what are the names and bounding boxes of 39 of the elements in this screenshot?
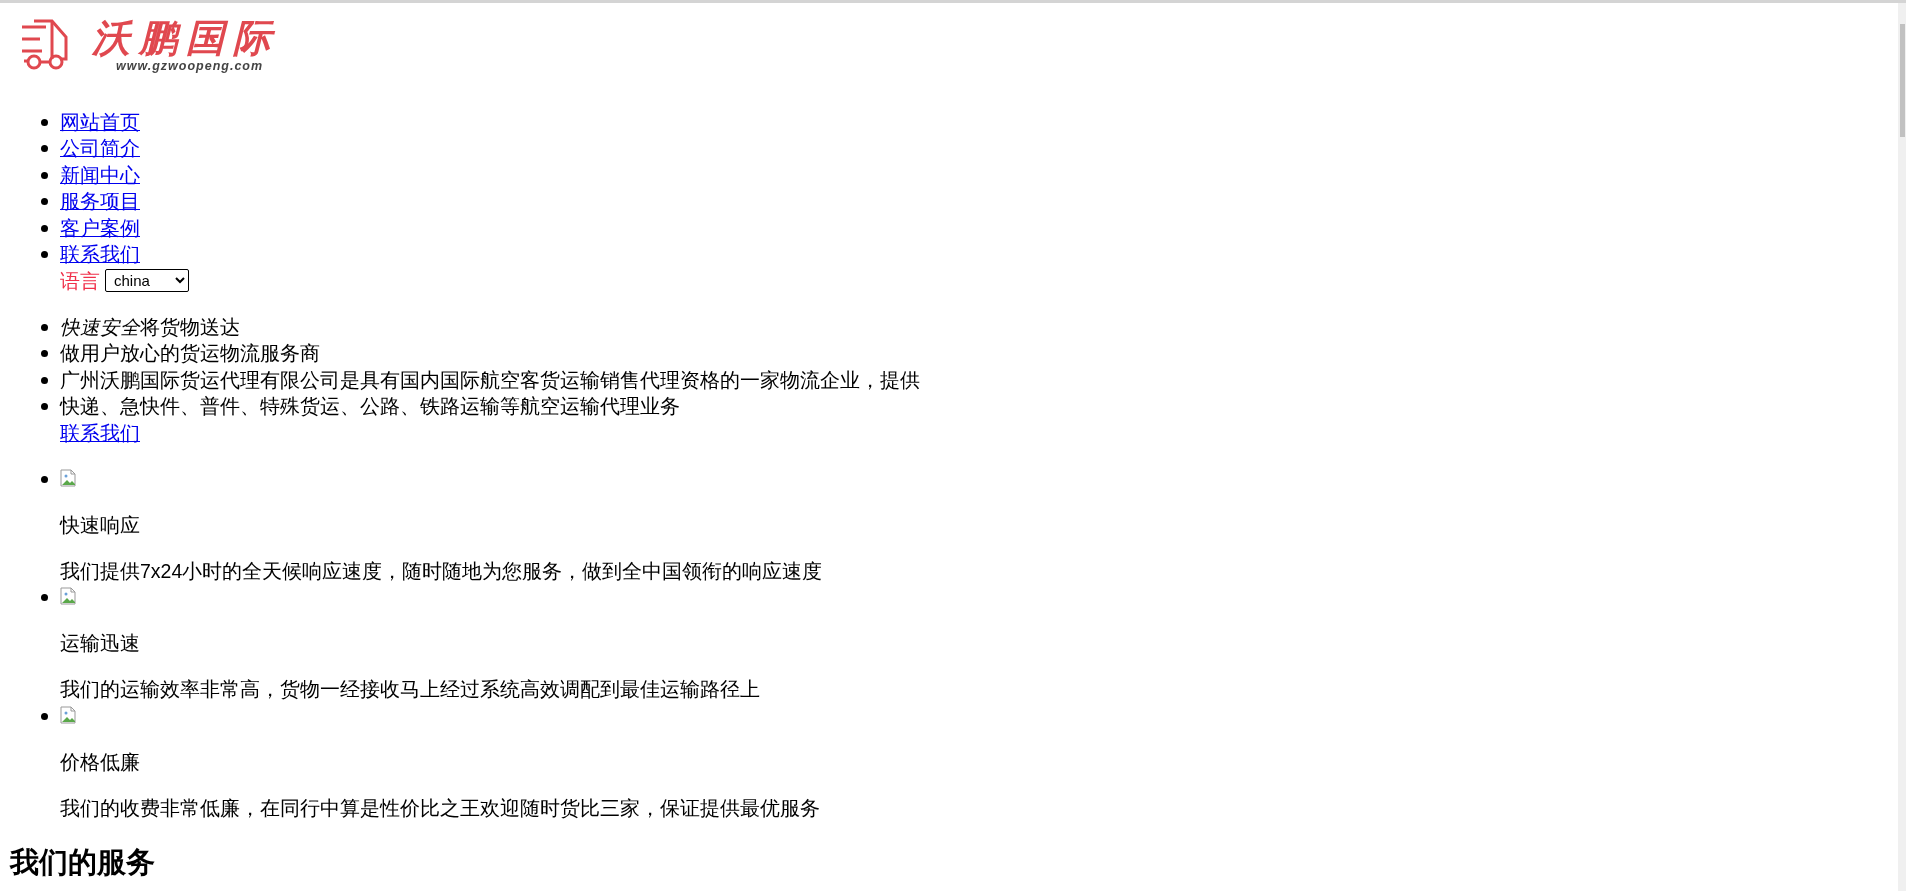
feature-title: 运输迅速 — [60, 631, 141, 656]
nav-link[interactable]: 服务项目 — [60, 188, 140, 215]
bullet — [41, 198, 48, 205]
feature-description: 我们的运输效率非常高，货物一经接收马上经过系统高效调配到最佳运输路径上 — [60, 677, 760, 702]
feature-description: 我们提供7x24小时的全天候响应速度，随时随地为您服务，做到全中国领衔的响应速度 — [60, 558, 823, 584]
broken-image-icon — [60, 468, 76, 487]
feature-title: 快速响应 — [60, 512, 141, 538]
broken-image-icon — [60, 705, 76, 724]
nav-link[interactable]: 网站首页 — [60, 108, 140, 135]
nav-link[interactable]: 新闻中心 — [60, 161, 140, 188]
logo-url: www.gzwoopeng.com — [116, 59, 265, 73]
nav-link[interactable]: 联系我们 — [60, 241, 140, 268]
bullet — [41, 475, 48, 483]
bullet — [41, 712, 48, 720]
nav-link[interactable]: 客户案例 — [60, 214, 140, 241]
bullet — [41, 403, 48, 410]
tagline-text: 快速安全将货物送达 — [60, 314, 240, 340]
broken-image-icon — [60, 587, 76, 605]
language-label: 语言 — [60, 268, 100, 294]
bullet — [41, 118, 48, 126]
feature-title: 价格低廉 — [60, 749, 141, 775]
logo-name: 沃鹏国际 — [92, 17, 280, 59]
bullet — [41, 145, 48, 152]
bullet — [41, 594, 48, 601]
tagline-text: 快递、急快件、普件、特殊货运、公路、铁路运输等航空运输代理业务 — [60, 394, 680, 419]
tagline-text: 做用户放心的货运物流服务商 — [60, 341, 320, 366]
language-select[interactable]: china — [105, 269, 189, 293]
feature-description: 我们的收费非常低廉，在同行中算是性价比之王欢迎随时货比三家，保证提供最优服务 — [60, 795, 820, 821]
scrollbar-thumb[interactable] — [1900, 24, 1905, 137]
bullet — [41, 323, 48, 331]
bullet — [41, 171, 48, 179]
contact-link[interactable]: 联系我们 — [60, 419, 140, 446]
bullet — [41, 251, 48, 258]
bullet — [41, 224, 48, 232]
nav-link[interactable]: 公司简介 — [60, 135, 140, 162]
bullet — [41, 350, 48, 357]
tagline-text: 广州沃鹏国际货运代理有限公司是具有国内国际航空客货运输销售代理资格的一家物流企业，提供 — [60, 367, 920, 393]
bullet — [41, 376, 48, 384]
section-heading: 我们的服务 — [10, 844, 155, 879]
